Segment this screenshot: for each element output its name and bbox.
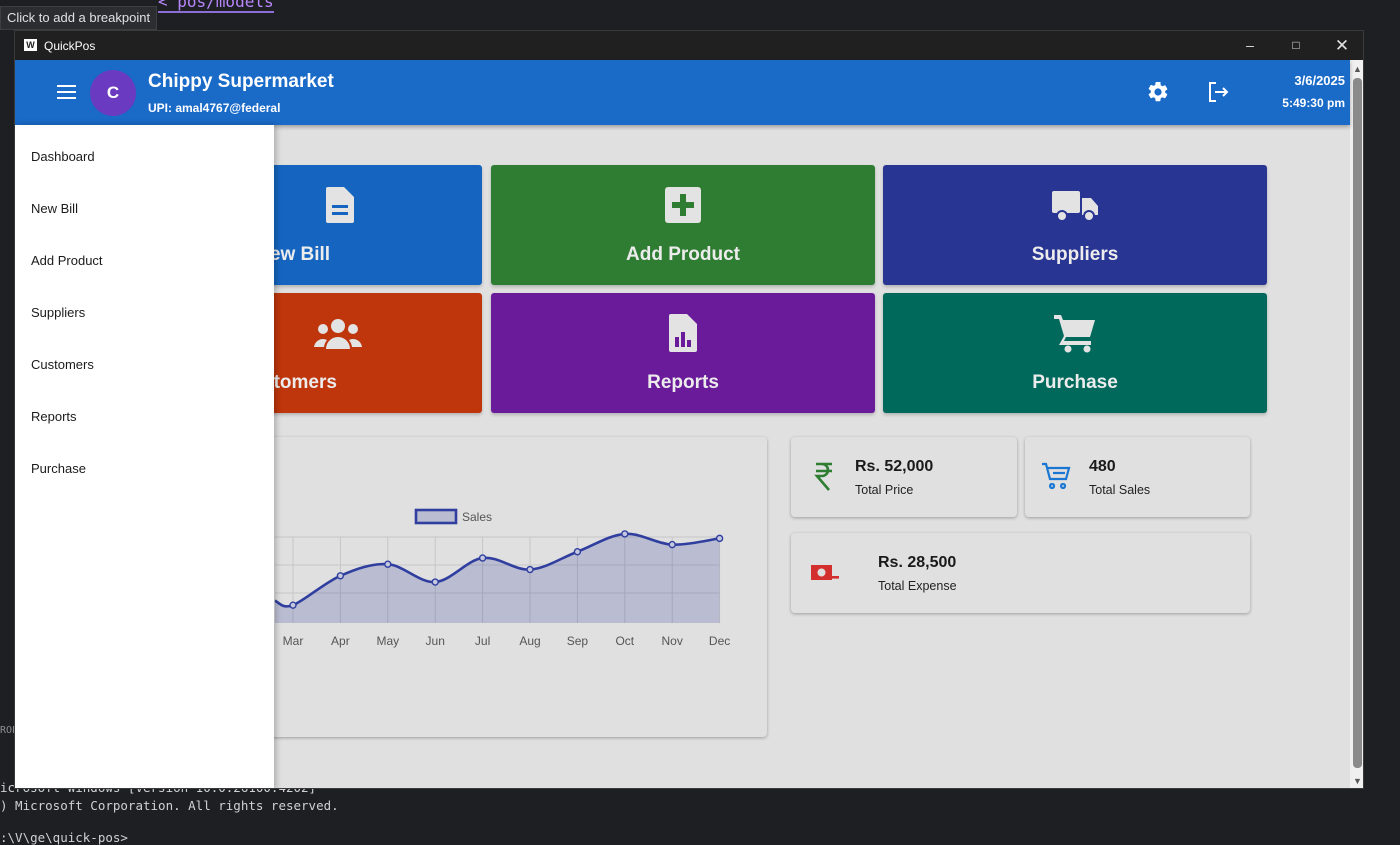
terminal-line: :\V\ge\quick-pos> (0, 830, 128, 845)
cart-icon (1054, 315, 1095, 353)
total-sales-value: 480 (1089, 458, 1116, 475)
data-point (431, 578, 439, 586)
data-point (621, 530, 629, 538)
users-icon (314, 319, 362, 349)
x-tick-label: Dec (709, 634, 730, 648)
tile-label: Reports (647, 372, 719, 393)
app-bar: C Chippy Supermarket UPI: amal4767@feder… (15, 60, 1350, 125)
total-price-value: Rs. 52,000 (855, 458, 934, 475)
scrollbar-thumb[interactable] (1353, 78, 1362, 768)
drawer-item-new-bill[interactable]: New Bill (31, 201, 78, 216)
x-tick-label: Oct (615, 634, 634, 648)
legend-label: Sales (462, 510, 492, 524)
data-point (526, 565, 534, 574)
x-tick-label: Jun (426, 634, 445, 648)
current-date: 3/6/2025 (1294, 73, 1345, 88)
current-time: 5:49:30 pm (1282, 96, 1345, 110)
vertical-scrollbar[interactable]: ▲ ▼ (1350, 60, 1363, 788)
avatar: C (90, 70, 136, 116)
app-icon: W (24, 39, 37, 51)
suppliers-tile[interactable]: Suppliers (883, 165, 1267, 285)
truck-icon (1052, 191, 1098, 222)
drawer-item-suppliers[interactable]: Suppliers (31, 305, 85, 320)
maximize-button[interactable]: □ (1273, 31, 1319, 60)
legend-swatch (414, 508, 458, 525)
navigation-drawer: Dashboard New Bill Add Product Suppliers… (15, 125, 274, 788)
cart-icon (1042, 462, 1071, 490)
terminal-line: ) Microsoft Corporation. All rights rese… (0, 798, 339, 813)
tile-label: Purchase (1032, 372, 1118, 393)
total-sales-card: 480 Total Sales (1025, 437, 1250, 517)
drawer-item-customers[interactable]: Customers (31, 357, 94, 372)
x-tick-label: May (376, 634, 399, 648)
purchase-tile[interactable]: Purchase (883, 293, 1267, 413)
total-price-card: Rs. 52,000 Total Price (791, 437, 1017, 517)
menu-icon[interactable] (56, 81, 78, 103)
drawer-item-reports[interactable]: Reports (31, 409, 77, 424)
logout-icon[interactable] (1206, 80, 1230, 104)
data-point (336, 572, 345, 580)
drawer-item-add-product[interactable]: Add Product (31, 253, 103, 268)
tile-label: Add Product (626, 244, 740, 265)
drawer-item-purchase[interactable]: Purchase (31, 461, 86, 476)
settings-icon[interactable] (1146, 80, 1170, 104)
rupee-icon (814, 462, 832, 491)
x-tick-label: Jul (475, 634, 490, 648)
data-point (478, 554, 487, 562)
plus-box-icon (665, 187, 701, 223)
code-snippet: < pos/models (158, 0, 274, 13)
scroll-up-icon[interactable]: ▲ (1350, 62, 1363, 76)
data-point (573, 548, 582, 556)
total-expense-card: Rs. 28,500 Total Expense (791, 533, 1250, 613)
data-point (384, 560, 392, 568)
data-point (289, 601, 297, 609)
total-expense-label: Total Expense (878, 579, 957, 593)
tile-label: Suppliers (1031, 244, 1119, 265)
x-tick-label: Sep (567, 634, 589, 648)
drawer-item-dashboard[interactable]: Dashboard (31, 149, 95, 164)
total-expense-value: Rs. 28,500 (878, 554, 957, 571)
total-sales-label: Total Sales (1089, 483, 1151, 497)
store-name: Chippy Supermarket (148, 71, 334, 92)
x-tick-label: Apr (331, 634, 350, 648)
data-point (668, 540, 676, 549)
minimize-button[interactable]: – (1227, 31, 1273, 60)
x-tick-label: Aug (519, 634, 540, 648)
x-tick-label: Mar (283, 634, 304, 648)
window-titlebar: W QuickPos – □ ✕ (15, 31, 1363, 60)
quickpos-window: W QuickPos – □ ✕ C Chippy Supermarket UP… (14, 30, 1364, 789)
window-title: QuickPos (44, 39, 96, 53)
report-icon (669, 314, 697, 352)
close-button[interactable]: ✕ (1319, 31, 1363, 60)
add-product-tile[interactable]: Add Product (491, 165, 875, 285)
x-tick-label: Nov (662, 634, 683, 648)
total-price-label: Total Price (855, 483, 914, 497)
file-icon (326, 187, 354, 223)
scroll-down-icon[interactable]: ▼ (1350, 774, 1363, 788)
upi-id: UPI: amal4767@federal (148, 101, 281, 115)
reports-tile[interactable]: Reports (491, 293, 875, 413)
breakpoint-tooltip: Click to add a breakpoint (0, 6, 158, 30)
money-icon (811, 565, 839, 580)
data-point (715, 534, 724, 543)
